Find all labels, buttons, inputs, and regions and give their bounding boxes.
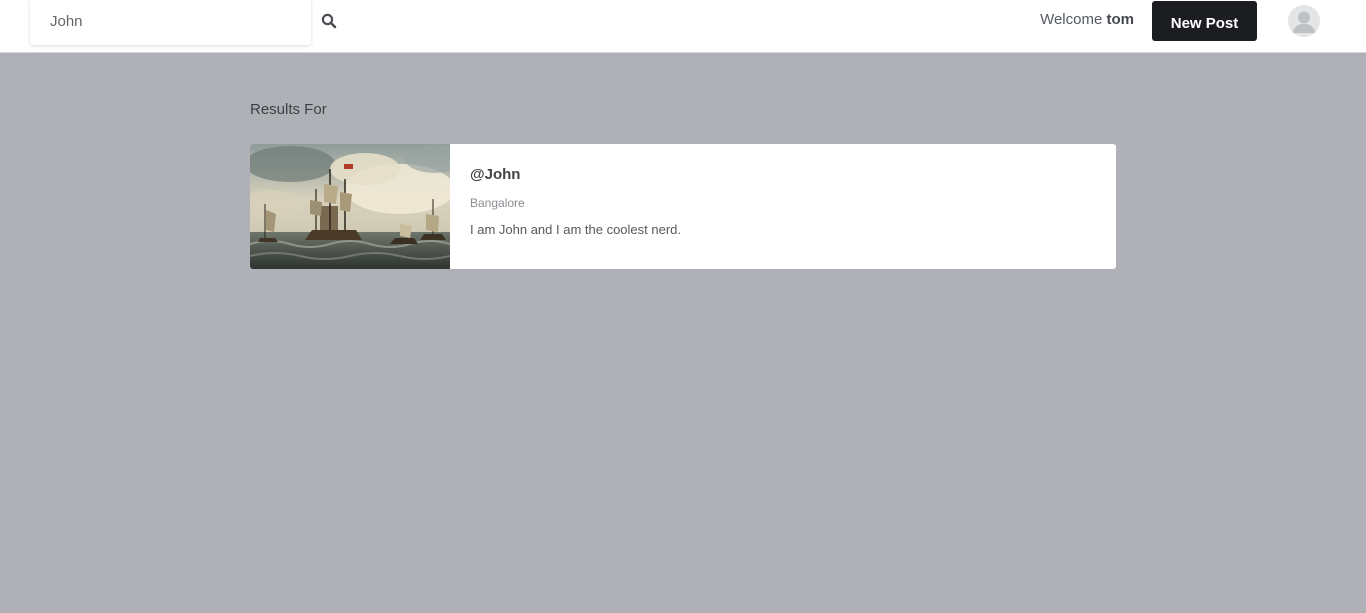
welcome-prefix: Welcome (1040, 11, 1103, 28)
welcome-username: tom (1106, 11, 1135, 28)
user-result-card[interactable]: @John Bangalore I am John and I am the c… (250, 144, 1116, 269)
search-input[interactable] (30, 0, 311, 45)
result-username[interactable]: @John (470, 166, 520, 183)
results-heading: Results For (250, 101, 327, 118)
result-location: Bangalore (470, 196, 525, 210)
search-box (30, 0, 311, 45)
new-post-button[interactable]: New Post (1152, 1, 1257, 41)
user-avatar-icon[interactable] (1288, 5, 1320, 37)
user-thumbnail-image (250, 144, 465, 269)
result-bio: I am John and I am the coolest nerd. (470, 222, 682, 237)
result-card-body: @John Bangalore I am John and I am the c… (470, 144, 1096, 269)
search-icon[interactable] (320, 12, 338, 30)
welcome-message: Welcome tom (1040, 11, 1134, 28)
top-navbar: Welcome tom New Post (0, 0, 1366, 53)
